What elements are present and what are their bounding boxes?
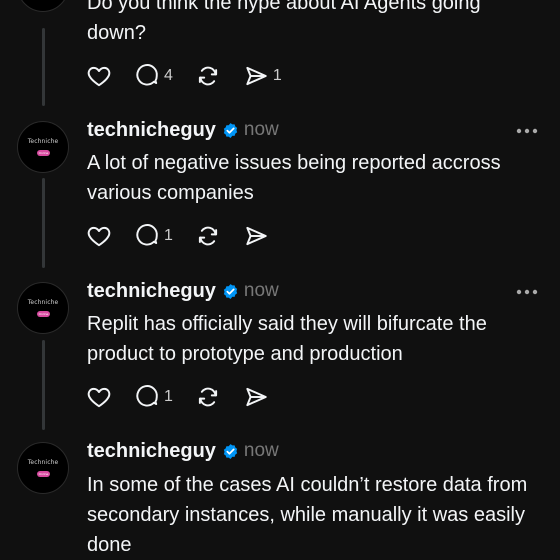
- repost-button[interactable]: [195, 223, 221, 249]
- avatar-brand-text: Techniche: [27, 138, 59, 145]
- post-actions: 4 1: [86, 63, 304, 89]
- repost-button[interactable]: [195, 63, 221, 89]
- avatar[interactable]: Techniche Online: [17, 121, 69, 173]
- heart-icon: [87, 226, 111, 247]
- post-text: In some of the cases AI couldn’t restore…: [87, 474, 528, 556]
- repost-button[interactable]: [195, 384, 221, 410]
- thread-line: [42, 28, 45, 106]
- like-button[interactable]: [86, 63, 112, 89]
- repost-icon: [198, 387, 218, 407]
- avatar-badge: Online: [37, 311, 50, 317]
- send-icon: [246, 226, 267, 246]
- share-button[interactable]: 1: [243, 63, 282, 89]
- reply-count: 1: [164, 388, 173, 405]
- comment-icon: [136, 385, 158, 407]
- thread-line: [42, 178, 45, 268]
- reply-button[interactable]: 1: [134, 384, 173, 410]
- post-header: technicheguy now: [87, 278, 279, 304]
- more-options-icon[interactable]: [516, 127, 538, 135]
- avatar-badge: Online: [37, 150, 50, 156]
- username[interactable]: technicheguy: [87, 119, 216, 142]
- avatar[interactable]: Techniche Online: [17, 442, 69, 494]
- send-icon: [246, 66, 267, 86]
- avatar-brand-text: Techniche: [27, 299, 59, 306]
- post-time: now: [243, 280, 279, 301]
- verified-badge-icon: [223, 443, 238, 459]
- reply-count: 1: [164, 227, 173, 244]
- share-button[interactable]: [243, 384, 269, 410]
- more-options-icon[interactable]: [516, 288, 538, 296]
- repost-icon: [198, 226, 218, 246]
- share-count: 1: [272, 67, 282, 84]
- like-button[interactable]: [86, 223, 112, 249]
- post-text: Do you think the hype about AI Agents go…: [87, 0, 481, 44]
- username[interactable]: technicheguy: [87, 440, 216, 463]
- avatar-brand-text: Techniche: [27, 459, 59, 466]
- send-icon: [246, 387, 267, 407]
- avatar[interactable]: [17, 0, 69, 12]
- reply-button[interactable]: 1: [134, 223, 173, 249]
- post-text: A lot of negative issues being reported …: [87, 152, 501, 204]
- verified-badge-icon: [223, 122, 238, 138]
- comment-icon: [136, 224, 158, 246]
- post-actions: 1: [86, 384, 291, 410]
- reply-button[interactable]: 4: [134, 63, 173, 89]
- verified-badge-icon: [223, 283, 238, 299]
- like-button[interactable]: [86, 384, 112, 410]
- share-button[interactable]: [243, 223, 269, 249]
- heart-icon: [87, 387, 111, 408]
- avatar-badge: Online: [37, 471, 50, 477]
- post-header: technicheguy now: [87, 117, 279, 143]
- post-header: technicheguy now: [87, 438, 279, 464]
- post-time: now: [243, 440, 279, 461]
- reply-count: 4: [164, 67, 173, 84]
- post-actions: 1: [86, 223, 291, 249]
- avatar[interactable]: Techniche Online: [17, 282, 69, 334]
- heart-icon: [87, 66, 111, 87]
- repost-icon: [198, 66, 218, 86]
- thread-line: [42, 340, 45, 430]
- comment-icon: [136, 64, 158, 86]
- username[interactable]: technicheguy: [87, 280, 216, 303]
- post-text: Replit has officially said they will bif…: [87, 313, 487, 365]
- post-time: now: [243, 119, 279, 140]
